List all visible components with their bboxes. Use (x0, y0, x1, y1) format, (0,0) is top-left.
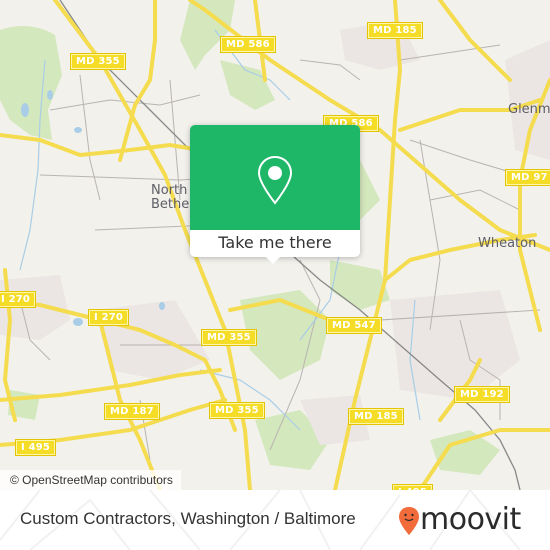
route-shield-md185: MD 185 (348, 408, 404, 425)
route-shield-i270: I 270 (87, 309, 130, 326)
moovit-logo[interactable]: moovit (398, 500, 538, 544)
route-shield-md586: MD 586 (220, 36, 276, 53)
route-shield-md355: MD 355 (70, 53, 126, 70)
route-shield-md185: MD 185 (367, 22, 423, 39)
take-me-there-button[interactable]: Take me there (190, 230, 360, 257)
park-area (430, 430, 500, 475)
route-shield-md97: MD 97 (505, 169, 550, 186)
moovit-wordmark: moovit (420, 502, 521, 537)
place-label-glenmont: Glenm (508, 102, 550, 117)
location-popup: Take me there (190, 125, 360, 264)
road-north-connector (118, 0, 157, 162)
map-pin-icon (257, 155, 293, 205)
route-shield-md187: MD 187 (104, 403, 160, 420)
footer: Custom Contractors, Washington / Baltimo… (0, 490, 550, 550)
route-shield-md355: MD 355 (209, 402, 265, 419)
place-label-wheaton: Wheaton (478, 236, 537, 251)
route-shield-i495: I 495 (14, 439, 57, 456)
road-northeast (438, 0, 512, 82)
park-area (220, 60, 275, 110)
route-shield-i270: I 270 (0, 291, 37, 308)
popup-tail (265, 256, 281, 264)
map[interactable]: North Bethesda Glenm Wheaton MD 355 MD 5… (0, 0, 550, 490)
map-attribution[interactable]: © OpenStreetMap contributors (0, 470, 181, 490)
location-title: Custom Contractors, Washington / Baltimo… (20, 509, 356, 528)
route-shield-md192: MD 192 (454, 386, 510, 403)
route-shield-md355: MD 355 (201, 329, 257, 346)
route-shield-md547: MD 547 (326, 317, 382, 334)
road-md187-link (0, 368, 222, 402)
park-area (0, 26, 62, 140)
popup-header (190, 125, 360, 230)
road-east-west (0, 133, 202, 157)
moovit-pin-icon (399, 507, 419, 535)
